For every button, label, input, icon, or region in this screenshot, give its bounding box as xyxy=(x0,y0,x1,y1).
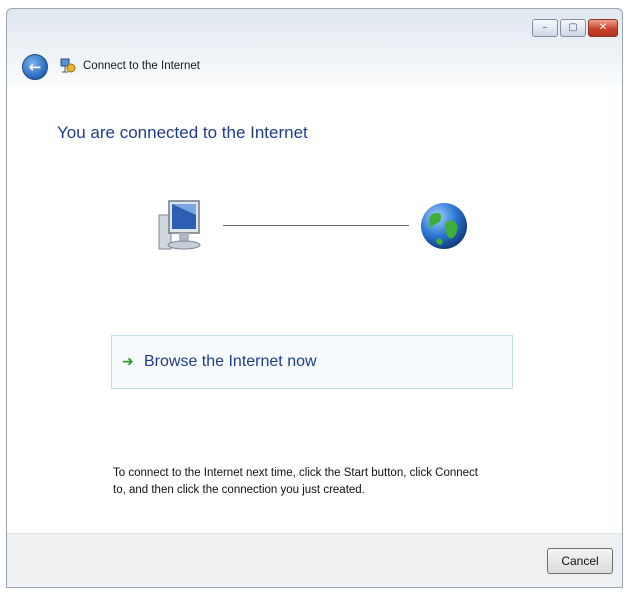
browse-internet-link[interactable]: ➜ Browse the Internet now xyxy=(111,335,513,389)
green-arrow-icon: ➜ xyxy=(122,354,134,370)
maximize-button[interactable]: ▢ xyxy=(560,19,586,37)
back-button[interactable]: ← xyxy=(22,54,48,80)
network-icon xyxy=(60,58,76,73)
dialog-content: You are connected to the Internet ➜ Brow… xyxy=(7,87,622,533)
title-bar: – ▢ ✕ ← Connect to the Internet xyxy=(7,9,622,87)
connect-dialog-window: – ▢ ✕ ← Connect to the Internet You are … xyxy=(6,8,623,588)
cancel-button[interactable]: Cancel xyxy=(547,548,613,574)
connection-diagram xyxy=(155,197,475,257)
back-arrow-icon: ← xyxy=(28,58,42,76)
connection-line xyxy=(223,225,409,226)
minimize-button[interactable]: – xyxy=(532,19,558,37)
dialog-footer: Cancel xyxy=(7,533,622,587)
caption-buttons: – ▢ ✕ xyxy=(532,19,618,37)
globe-icon xyxy=(421,203,467,249)
window-title: Connect to the Internet xyxy=(83,60,200,72)
close-button[interactable]: ✕ xyxy=(588,19,618,37)
browse-link-label: Browse the Internet now xyxy=(144,353,317,370)
instructions-text: To connect to the Internet next time, cl… xyxy=(113,467,478,496)
page-heading: You are connected to the Internet xyxy=(57,123,308,142)
computer-icon xyxy=(158,200,201,250)
